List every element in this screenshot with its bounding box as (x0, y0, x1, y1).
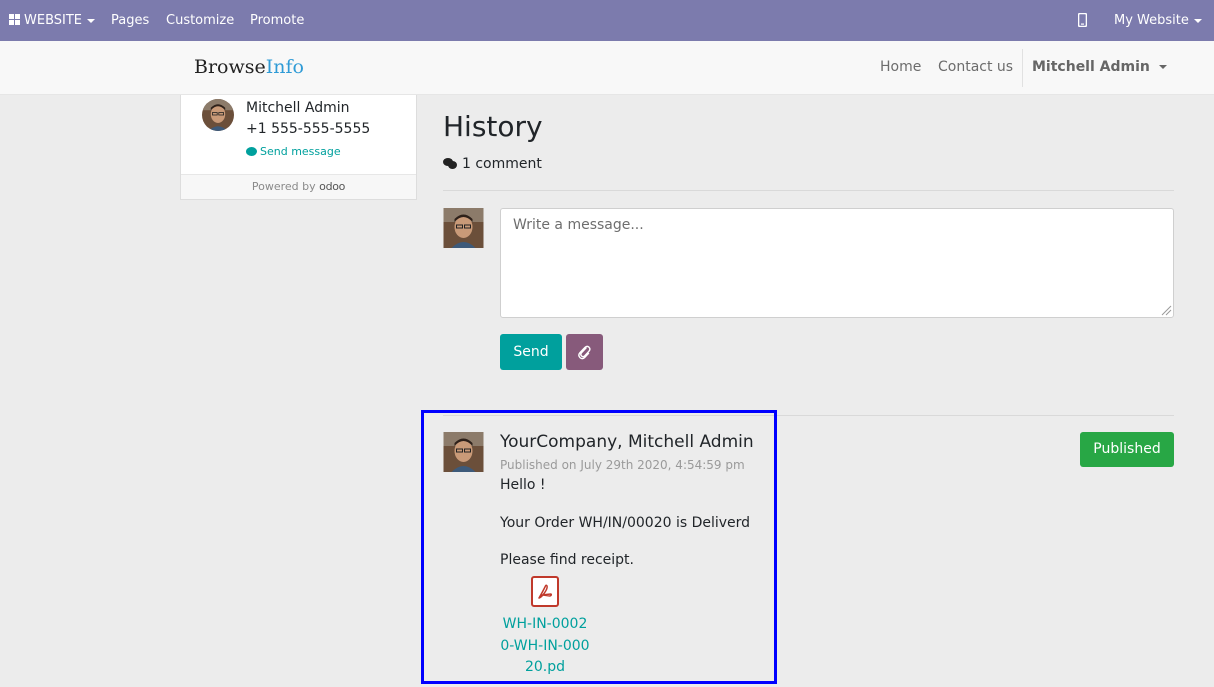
comments-icon (443, 158, 457, 169)
attach-file-button[interactable] (566, 334, 603, 370)
contact-name: Mitchell Admin (246, 100, 350, 116)
contact-phone: +1 555-555-5555 (246, 121, 371, 137)
avatar (202, 99, 234, 131)
nav-divider (1022, 49, 1023, 87)
avatar (443, 208, 484, 248)
powered-by-label: Powered by (251, 180, 316, 193)
brand-main: Browse (194, 56, 266, 78)
odoo-logo[interactable]: odoo (319, 180, 345, 193)
selection-highlight (421, 410, 777, 684)
comment-icon (246, 147, 257, 156)
divider (443, 190, 1174, 191)
nav-home[interactable]: Home (880, 59, 921, 75)
my-website-menu[interactable]: My Website (1114, 0, 1202, 41)
page-title: History (443, 110, 543, 143)
site-logo[interactable]: BrowseInfo (194, 56, 304, 78)
nav-contact-us[interactable]: Contact us (938, 59, 1013, 75)
comment-count-label: 1 comment (462, 156, 542, 172)
website-menu-label: WEBSITE (24, 13, 82, 28)
message-input[interactable] (500, 208, 1174, 318)
send-button[interactable]: Send (500, 334, 562, 370)
pages-menu[interactable]: Pages (111, 0, 149, 41)
website-admin-bar: WEBSITE Pages Customize Promote My Websi… (0, 0, 1214, 41)
promote-menu[interactable]: Promote (250, 0, 304, 41)
chevron-down-icon (1193, 18, 1202, 23)
my-website-label: My Website (1114, 13, 1189, 28)
mobile-preview-button[interactable] (1077, 12, 1088, 28)
user-menu[interactable]: Mitchell Admin (1032, 59, 1167, 75)
site-header: BrowseInfo Home Contact us Mitchell Admi… (0, 41, 1214, 95)
powered-by-footer: Powered by odoo (181, 174, 416, 199)
paperclip-icon (578, 345, 591, 360)
published-badge[interactable]: Published (1080, 432, 1174, 467)
apps-icon (9, 14, 20, 25)
brand-accent: Info (265, 56, 304, 78)
send-message-link[interactable]: Send message (246, 145, 341, 158)
user-menu-label: Mitchell Admin (1032, 59, 1150, 75)
chevron-down-icon (87, 18, 95, 23)
comment-count: 1 comment (443, 156, 542, 172)
mobile-icon (1077, 12, 1088, 28)
resize-handle-icon[interactable] (1160, 304, 1172, 316)
customize-menu[interactable]: Customize (166, 0, 234, 41)
send-message-label: Send message (260, 145, 341, 158)
chevron-down-icon (1158, 65, 1167, 69)
contact-card: Mitchell Admin +1 555-555-5555 Send mess… (180, 95, 417, 200)
website-menu[interactable]: WEBSITE (9, 0, 95, 41)
